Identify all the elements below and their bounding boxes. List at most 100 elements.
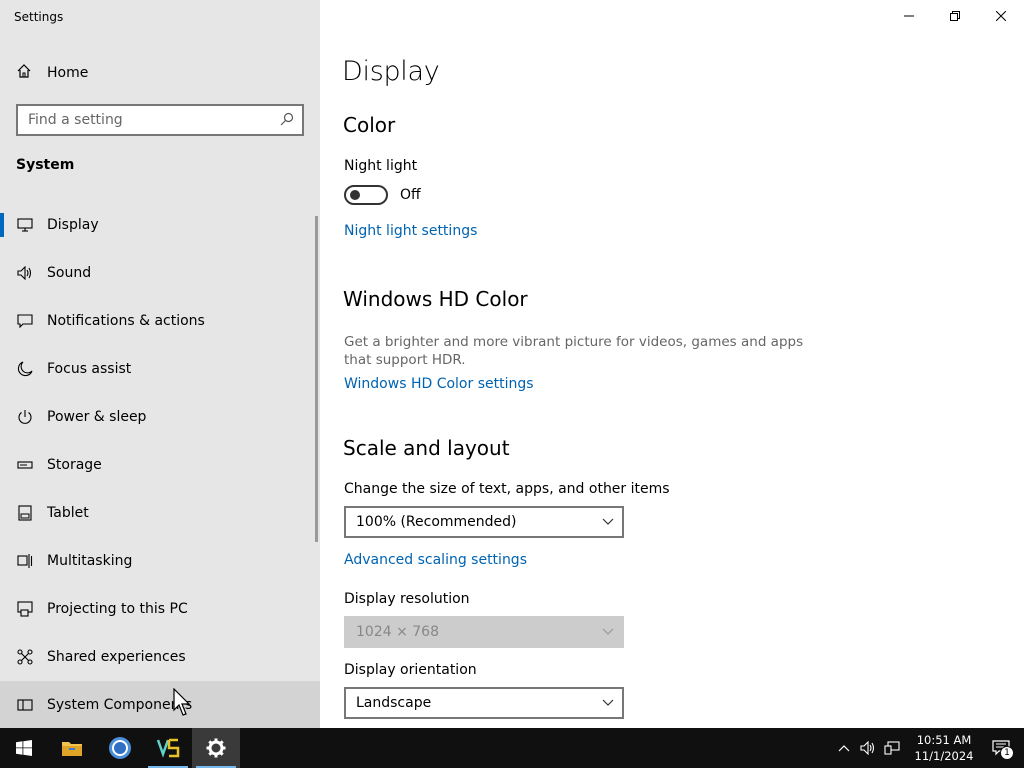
close-button[interactable]	[978, 0, 1024, 32]
scale-heading: Scale and layout	[343, 436, 510, 460]
section-title: System	[16, 157, 75, 173]
components-icon	[16, 696, 34, 714]
color-heading: Color	[343, 113, 396, 137]
sidebar-item-focus-assist[interactable]: Focus assist	[0, 345, 320, 393]
size-label: Change the size of text, apps, and other…	[344, 481, 670, 497]
caption-buttons	[886, 0, 1024, 32]
system-tray: 10:51 AM 11/1/2024 1	[832, 728, 1024, 768]
taskbar-file-explorer[interactable]	[48, 728, 96, 768]
night-light-toggle[interactable]	[344, 185, 388, 205]
sidebar-item-label: Sound	[47, 265, 92, 281]
sidebar-item-label: Multitasking	[47, 553, 133, 569]
sidebar-item-label: Storage	[47, 457, 102, 473]
volume-icon	[860, 741, 875, 755]
power-icon	[16, 408, 34, 426]
search-input[interactable]	[28, 112, 280, 128]
sidebar-item-tablet[interactable]: Tablet	[0, 489, 320, 537]
clock-date: 11/1/2024	[914, 749, 974, 763]
search-icon[interactable]	[280, 111, 294, 130]
orientation-label: Display orientation	[344, 662, 477, 678]
orientation-dropdown[interactable]: Landscape	[344, 687, 624, 719]
night-light-state: Off	[400, 187, 421, 203]
sidebar-item-label: System Components	[47, 697, 193, 713]
sidebar-item-label: Focus assist	[47, 361, 132, 377]
clock-time: 10:51 AM	[916, 733, 972, 747]
sidebar-item-label: Tablet	[47, 505, 89, 521]
taskbar-chrome[interactable]	[96, 728, 144, 768]
sidebar-item-multitasking[interactable]: Multitasking	[0, 537, 320, 585]
home-icon	[16, 63, 32, 83]
sidebar-item-label: Notifications & actions	[47, 313, 205, 329]
chevron-down-icon	[602, 624, 614, 640]
chevron-down-icon	[602, 514, 614, 530]
page-title: Display	[342, 56, 440, 87]
home-nav-item[interactable]: Home	[0, 56, 320, 90]
chevron-up-icon	[838, 745, 850, 752]
speaker-icon	[16, 264, 34, 282]
advanced-scaling-link[interactable]: Advanced scaling settings	[344, 552, 527, 568]
minimize-icon	[904, 15, 914, 17]
sidebar-item-power-sleep[interactable]: Power & sleep	[0, 393, 320, 441]
start-icon	[16, 740, 32, 756]
hdr-description: Get a brighter and more vibrant picture …	[344, 334, 804, 368]
sidebar: Settings Home System Display Sound Notif…	[0, 0, 320, 729]
monitor-icon	[16, 216, 34, 234]
sidebar-item-label: Projecting to this PC	[47, 601, 188, 617]
tablet-icon	[16, 504, 34, 522]
taskbar-settings[interactable]	[192, 728, 240, 768]
mouse-cursor-icon	[173, 687, 193, 722]
main-content: Display Color Night light Off Night ligh…	[320, 0, 1024, 728]
projecting-icon	[16, 600, 34, 618]
resolution-value: 1024 × 768	[356, 624, 439, 640]
network-button[interactable]	[880, 728, 904, 768]
storage-icon	[16, 456, 34, 474]
sidebar-item-storage[interactable]: Storage	[0, 441, 320, 489]
sidebar-item-shared-experiences[interactable]: Shared experiences	[0, 633, 320, 681]
clock[interactable]: 10:51 AM 11/1/2024	[910, 732, 978, 764]
notification-badge: 1	[1000, 746, 1014, 760]
action-center-button[interactable]: 1	[978, 728, 1024, 768]
chevron-down-icon	[602, 695, 614, 711]
resolution-label: Display resolution	[344, 591, 470, 607]
night-light-settings-link[interactable]: Night light settings	[344, 223, 477, 239]
multitasking-icon	[16, 552, 34, 570]
show-hidden-icons-button[interactable]	[832, 728, 856, 768]
search-box[interactable]	[16, 104, 304, 136]
chrome-icon	[109, 737, 131, 759]
restore-button[interactable]	[932, 0, 978, 32]
notification-icon	[16, 312, 34, 330]
scale-value: 100% (Recommended)	[356, 514, 517, 530]
hdr-heading: Windows HD Color	[343, 287, 528, 311]
sidebar-item-projecting[interactable]: Projecting to this PC	[0, 585, 320, 633]
sidebar-item-system-components[interactable]: System Components	[0, 681, 320, 729]
restore-icon	[950, 11, 960, 21]
settings-icon	[206, 738, 226, 758]
sidebar-scrollbar[interactable]	[315, 216, 318, 542]
sidebar-item-label: Display	[47, 217, 99, 233]
toggle-knob	[350, 190, 360, 200]
sidebar-item-sound[interactable]: Sound	[0, 249, 320, 297]
taskbar-vs-app[interactable]	[144, 728, 192, 768]
sidebar-item-label: Power & sleep	[47, 409, 147, 425]
resolution-dropdown[interactable]: 1024 × 768	[344, 616, 624, 648]
close-icon	[996, 11, 1006, 21]
file-explorer-icon	[62, 742, 82, 756]
volume-button[interactable]	[856, 728, 880, 768]
hdr-settings-link[interactable]: Windows HD Color settings	[344, 376, 534, 392]
nav-list: Display Sound Notifications & actions Fo…	[0, 201, 320, 729]
home-label: Home	[47, 65, 89, 81]
orientation-value: Landscape	[356, 695, 432, 711]
shared-icon	[16, 648, 34, 666]
moon-icon	[16, 360, 34, 378]
start-button[interactable]	[0, 728, 48, 768]
night-light-label: Night light	[344, 158, 418, 174]
taskbar: 10:51 AM 11/1/2024 1	[0, 728, 1024, 768]
network-icon	[884, 741, 900, 755]
sidebar-item-notifications[interactable]: Notifications & actions	[0, 297, 320, 345]
app-title: Settings	[14, 10, 64, 24]
sidebar-item-label: Shared experiences	[47, 649, 186, 665]
vs-app-icon	[156, 738, 180, 758]
scale-dropdown[interactable]: 100% (Recommended)	[344, 506, 624, 538]
minimize-button[interactable]	[886, 0, 932, 32]
sidebar-item-display[interactable]: Display	[0, 201, 320, 249]
